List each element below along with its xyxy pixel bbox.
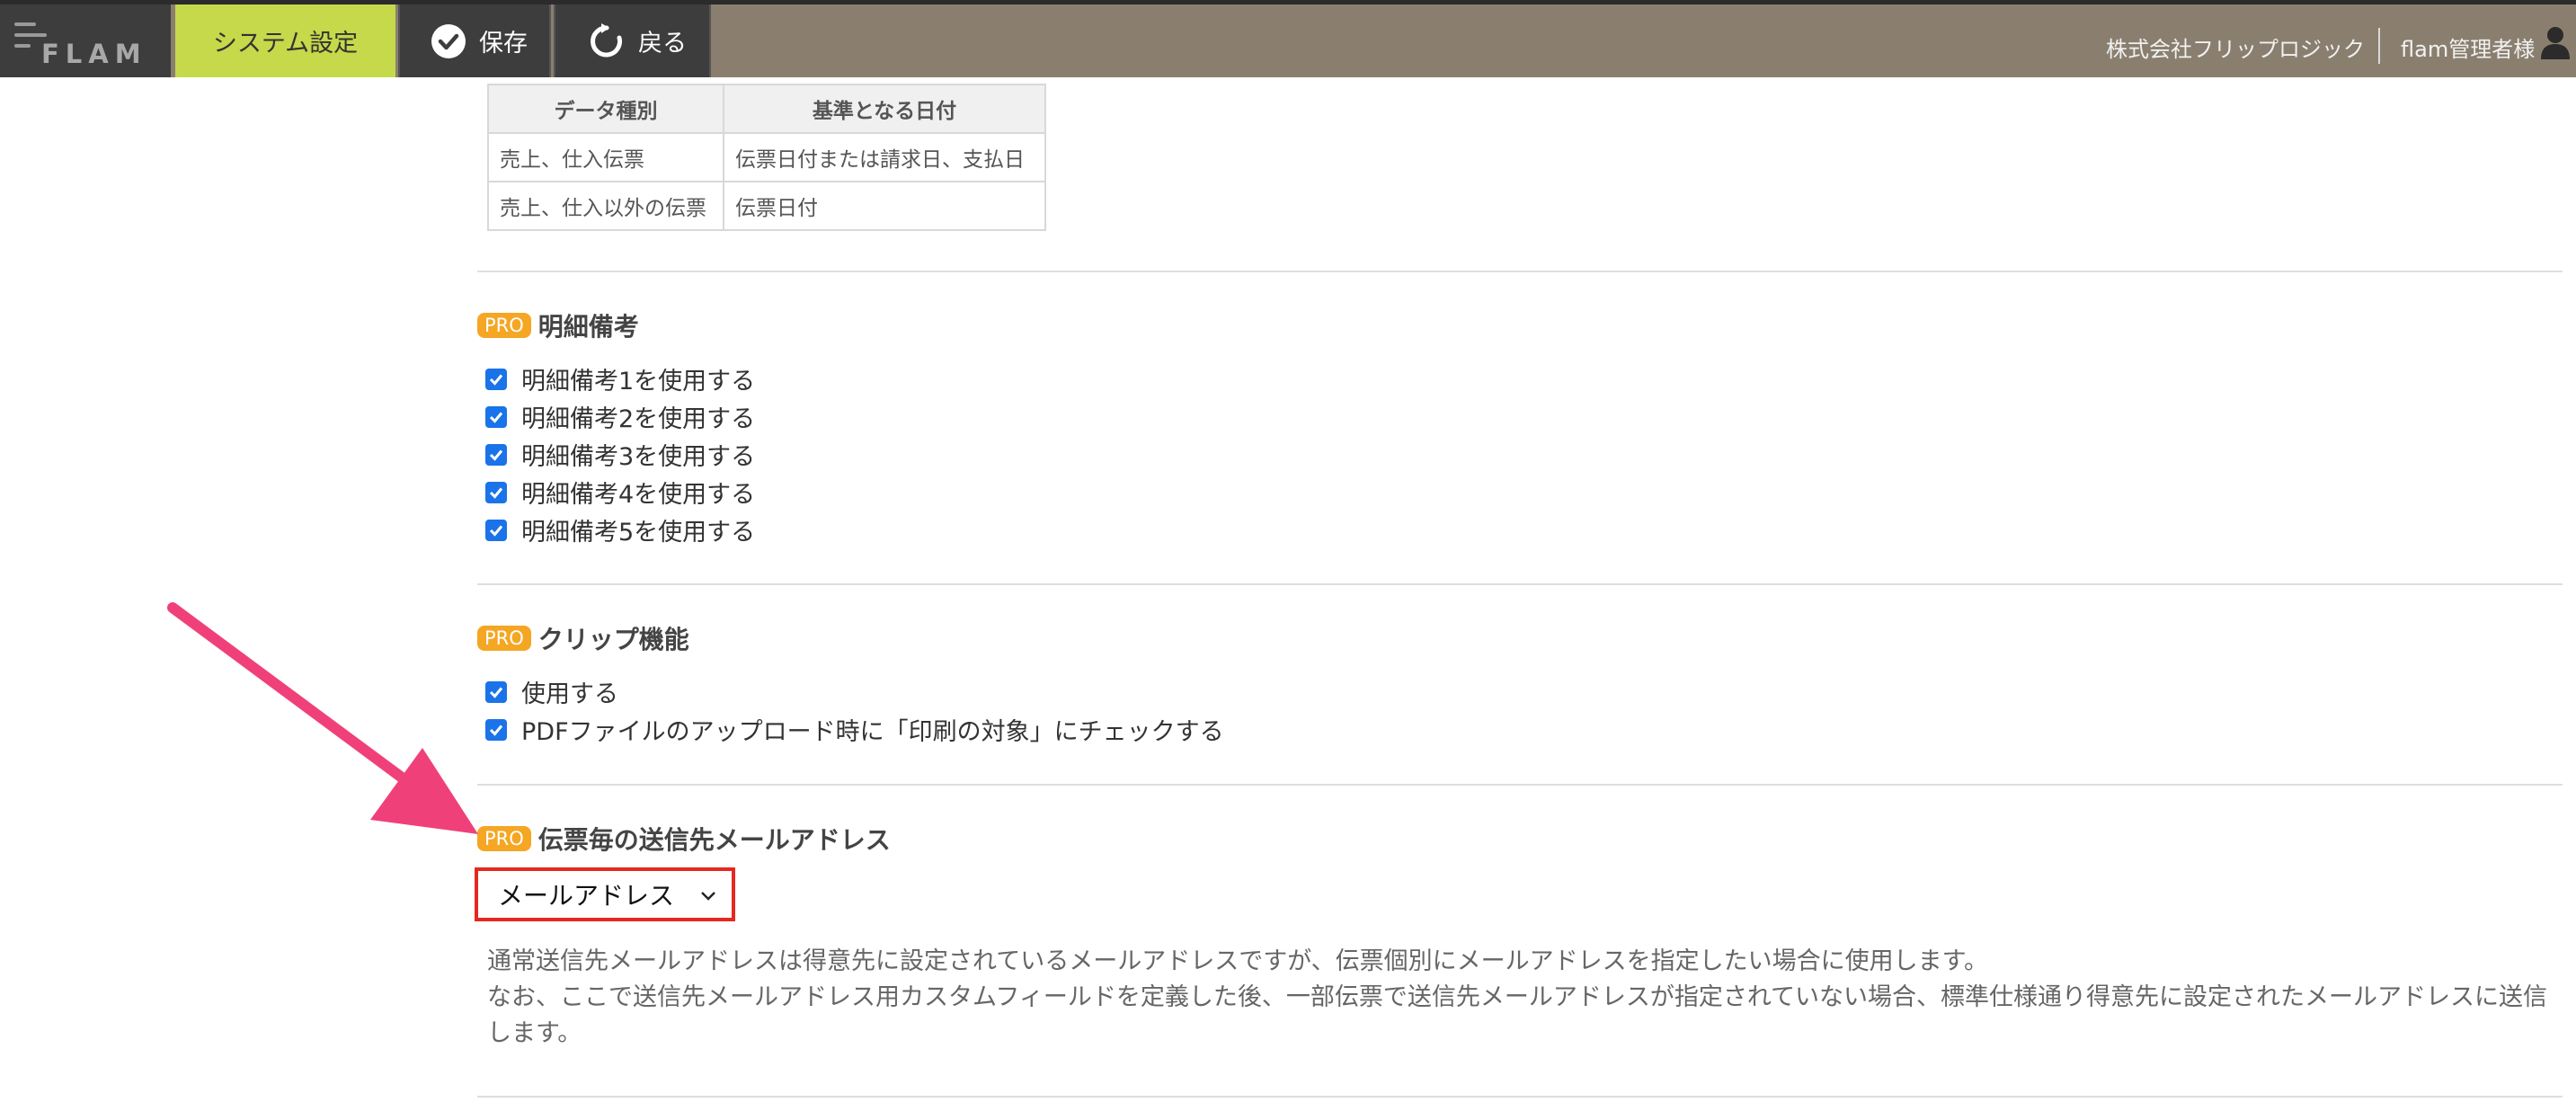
checkbox-label: 明細備考2を使用する <box>521 405 756 433</box>
checkbox-checked[interactable] <box>485 368 507 390</box>
company-name: 株式会社フリップロジック <box>2106 37 2365 62</box>
clip-title: PRO クリップ機能 <box>477 620 689 656</box>
section-divider <box>477 784 2563 786</box>
checkbox-label: 使用する <box>521 680 618 708</box>
annotation-arrow-icon <box>167 602 478 834</box>
email-section-description: 通常送信先メールアドレスは得意先に設定されているメールアドレスですが、伝票個別に… <box>487 944 2563 1052</box>
check-icon <box>489 374 503 386</box>
detail-notes-title-text: 明細備考 <box>537 312 639 342</box>
clip-pdf-print-option[interactable]: PDFファイルのアップロード時に「印刷の対象」にチェックする <box>485 712 1224 747</box>
detail-notes-title: PRO 明細備考 <box>477 307 639 343</box>
user-icon[interactable] <box>2540 26 2571 60</box>
table-header-row: データ種別 基準となる日付 <box>487 84 1046 134</box>
tab-system-settings[interactable]: システム設定 <box>175 4 395 77</box>
clip-title-text: クリップ機能 <box>537 625 689 654</box>
chevron-down-icon <box>701 892 715 901</box>
email-section-title-text: 伝票毎の送信先メールアドレス <box>537 825 891 855</box>
refresh-icon <box>591 22 623 57</box>
checkbox-checked[interactable] <box>485 519 507 541</box>
table-cell: 売上、仕入伝票 <box>487 132 724 182</box>
tab-system-settings-label: システム設定 <box>212 30 359 58</box>
table-row: 売上、仕入伝票 伝票日付または請求日、支払日 <box>487 132 1046 182</box>
checkbox-label: 明細備考5を使用する <box>521 519 756 547</box>
top-bar: FLAM システム設定 保存 戻る 株式会社フリップロジック flam管理者様 <box>0 0 2576 77</box>
checkbox-label: 明細備考1を使用する <box>521 368 756 396</box>
checkbox-checked[interactable] <box>485 443 507 466</box>
email-section-title: PRO 伝票毎の送信先メールアドレス <box>477 821 891 857</box>
back-button[interactable]: 戻る <box>554 4 711 77</box>
detail-note-1-option[interactable]: 明細備考1を使用する <box>485 361 755 396</box>
table-cell: 伝票日付 <box>723 181 1046 231</box>
save-button-label: 保存 <box>479 30 528 58</box>
section-divider <box>477 271 2563 272</box>
table-cell: 伝票日付または請求日、支払日 <box>723 132 1046 182</box>
email-field-select-highlight: メールアドレス <box>475 867 735 921</box>
pro-badge: PRO <box>477 313 531 338</box>
description-line: 通常送信先メールアドレスは得意先に設定されているメールアドレスですが、伝票個別に… <box>487 947 1988 975</box>
check-icon <box>489 449 503 461</box>
checkbox-checked[interactable] <box>485 481 507 503</box>
check-icon <box>489 525 503 537</box>
select-value: メールアドレス <box>498 881 675 911</box>
flam-logo[interactable]: FLAM <box>0 4 171 77</box>
table-cell: 売上、仕入以外の伝票 <box>487 181 724 231</box>
description-line: なお、ここで送信先メールアドレス用カスタムフィールドを定義した後、一部伝票で送信… <box>487 983 2548 1047</box>
detail-note-2-option[interactable]: 明細備考2を使用する <box>485 399 755 434</box>
detail-note-4-option[interactable]: 明細備考4を使用する <box>485 475 755 510</box>
clip-enable-option[interactable]: 使用する <box>485 674 618 709</box>
back-button-label: 戻る <box>638 30 687 58</box>
checkbox-label: PDFファイルのアップロード時に「印刷の対象」にチェックする <box>521 718 1224 746</box>
section-divider <box>477 583 2563 585</box>
checkbox-checked[interactable] <box>485 405 507 428</box>
detail-note-3-option[interactable]: 明細備考3を使用する <box>485 437 755 472</box>
check-icon <box>489 487 503 499</box>
section-divider <box>477 1096 2563 1098</box>
header-divider <box>2378 28 2380 64</box>
column-header: データ種別 <box>487 84 724 134</box>
logo-text: FLAM <box>41 39 147 69</box>
check-icon <box>489 412 503 423</box>
detail-note-5-option[interactable]: 明細備考5を使用する <box>485 512 755 547</box>
save-button[interactable]: 保存 <box>398 4 551 77</box>
checkbox-label: 明細備考4を使用する <box>521 481 756 509</box>
table-row: 売上、仕入以外の伝票 伝票日付 <box>487 181 1046 231</box>
column-header: 基準となる日付 <box>723 84 1046 134</box>
checkbox-label: 明細備考3を使用する <box>521 443 756 471</box>
email-field-select[interactable]: メールアドレス <box>484 876 726 912</box>
check-circle-icon <box>431 23 466 58</box>
user-name[interactable]: flam管理者様 <box>2401 31 2535 63</box>
date-basis-table: データ種別 基準となる日付 売上、仕入伝票 伝票日付または請求日、支払日 売上、… <box>487 84 1046 231</box>
